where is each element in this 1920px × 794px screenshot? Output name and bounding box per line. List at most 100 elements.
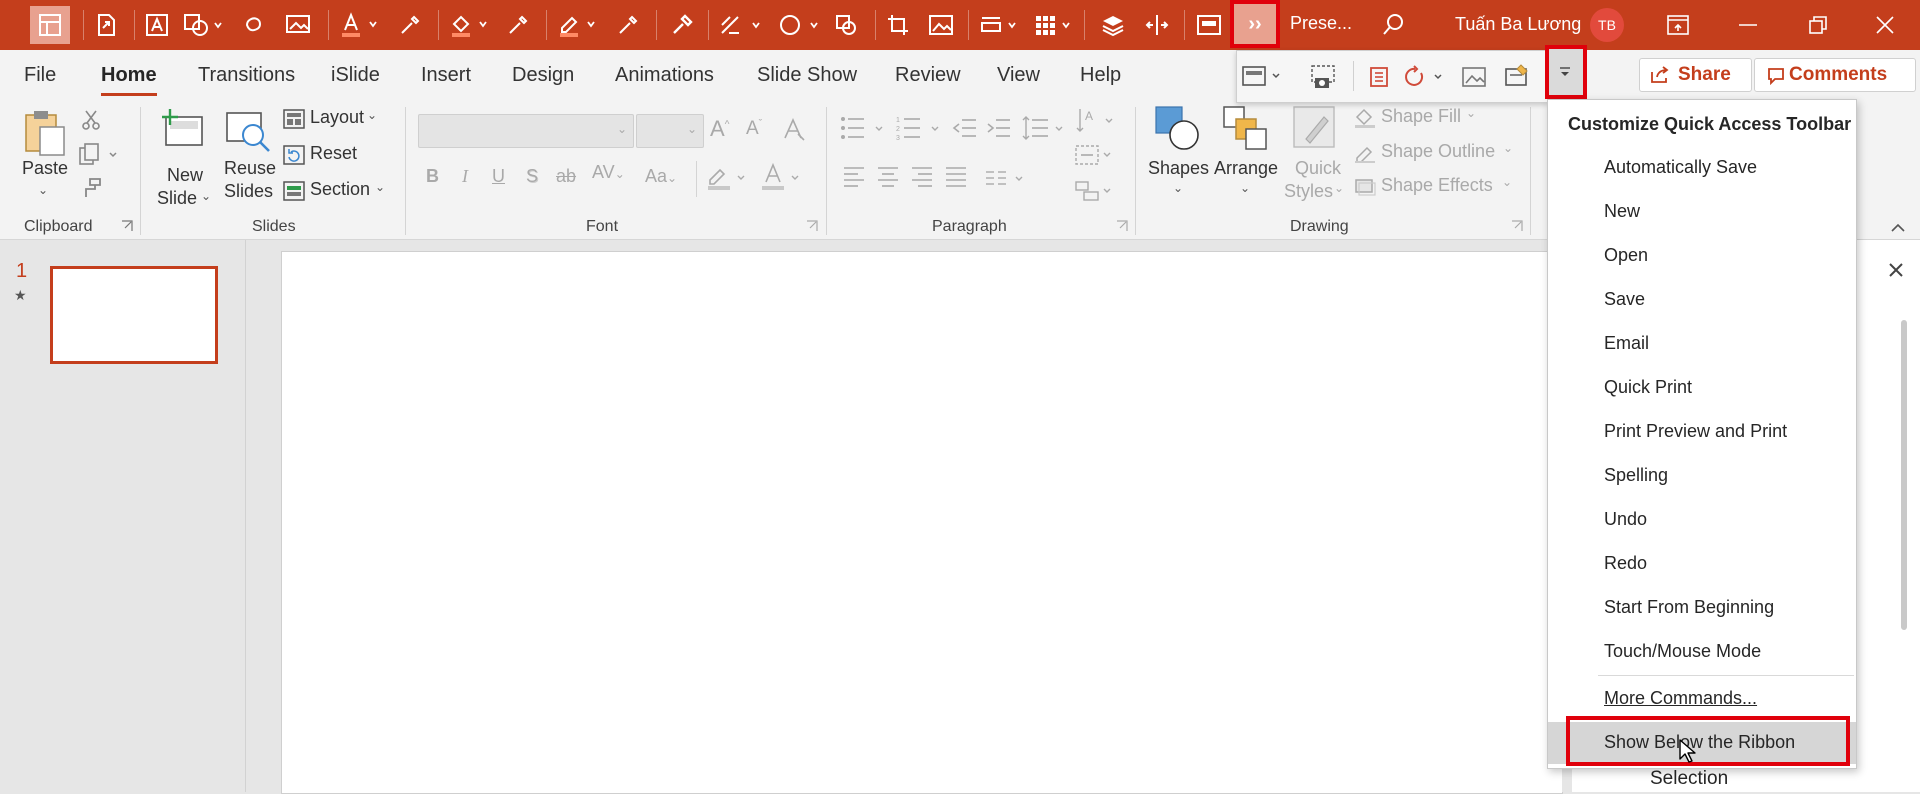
share-button[interactable]: Share <box>1639 58 1752 92</box>
change-case-icon[interactable]: Aa⌄ <box>645 166 677 187</box>
tab-islide[interactable]: iSlide <box>331 64 380 87</box>
customize-qat-button[interactable] <box>1545 45 1587 99</box>
menu-item-undo[interactable]: Undo <box>1548 499 1856 541</box>
reuse-slides-label-2[interactable]: Slides <box>224 181 273 202</box>
align-right-icon[interactable] <box>910 165 934 187</box>
avatar[interactable]: TB <box>1590 8 1624 42</box>
merge-shapes-icon[interactable] <box>830 6 862 44</box>
text-direction-icon[interactable]: A <box>1076 107 1118 135</box>
grid-icon[interactable] <box>1030 6 1076 44</box>
arrange-icon[interactable] <box>1222 105 1268 151</box>
columns-icon[interactable] <box>984 169 1028 187</box>
search-icon[interactable] <box>1376 6 1410 44</box>
menu-item-print-preview[interactable]: Print Preview and Print <box>1548 411 1856 453</box>
user-name[interactable]: Tuấn Ba Lương <box>1455 14 1581 35</box>
underline-icon[interactable]: U <box>492 166 505 187</box>
eyedropper-icon[interactable] <box>394 6 426 44</box>
clipboard-launcher-icon[interactable] <box>121 220 133 232</box>
shapes-dropdown-icon[interactable]: ⌄ <box>1173 181 1183 195</box>
ribbon-display-options-icon[interactable] <box>1643 0 1713 50</box>
menu-item-email[interactable]: Email <box>1548 323 1856 365</box>
new-slide-dropdown-icon[interactable]: ⌄ <box>201 189 211 203</box>
rotate-icon[interactable] <box>1403 65 1451 89</box>
layout-icon[interactable] <box>30 6 70 44</box>
comments-button[interactable]: Comments <box>1754 58 1916 92</box>
increase-indent-icon[interactable] <box>986 117 1012 139</box>
font-color-icon[interactable] <box>336 6 382 44</box>
numbering-icon[interactable]: 1 2 3 <box>896 115 944 141</box>
pane-close-icon[interactable] <box>1888 262 1904 278</box>
color-picker-icon[interactable] <box>666 6 698 44</box>
paste-dropdown-icon[interactable]: ⌄ <box>38 183 48 197</box>
align-center-icon[interactable] <box>876 165 900 187</box>
collapse-ribbon-icon[interactable] <box>1890 223 1906 233</box>
strikethrough-icon[interactable]: ab <box>556 166 576 187</box>
quick-styles-icon[interactable] <box>1292 105 1338 151</box>
align-left-icon[interactable] <box>842 165 866 187</box>
tab-file[interactable]: File <box>24 64 56 87</box>
new-slide-icon[interactable] <box>160 107 206 153</box>
reset-button[interactable]: Reset <box>283 143 383 169</box>
tab-animations[interactable]: Animations <box>615 64 714 87</box>
tab-slide-show[interactable]: Slide Show <box>757 64 857 87</box>
tab-design[interactable]: Design <box>512 64 574 87</box>
restore-icon[interactable] <box>1783 0 1853 50</box>
shapes-label[interactable]: Shapes <box>1148 158 1209 179</box>
distribute-icon[interactable] <box>1140 6 1174 44</box>
font-launcher-icon[interactable] <box>806 220 818 232</box>
font-name-select[interactable]: ⌄ <box>418 114 634 148</box>
fill-color-icon[interactable] <box>446 6 492 44</box>
outline-color-icon[interactable] <box>554 6 600 44</box>
line-style-icon[interactable] <box>716 6 766 44</box>
eyedropper-fill-icon[interactable] <box>502 6 534 44</box>
textbox-icon[interactable] <box>142 6 172 44</box>
shape-fill-button[interactable]: Shape Fill ⌄ <box>1354 105 1534 131</box>
slide-canvas[interactable] <box>281 251 1563 794</box>
increase-font-icon[interactable]: A^ <box>710 116 729 142</box>
layers-icon[interactable] <box>1096 6 1130 44</box>
format-painter-icon[interactable] <box>80 177 102 199</box>
menu-item-save[interactable]: Save <box>1548 279 1856 321</box>
copy-icon[interactable] <box>78 143 120 167</box>
slide-layout-dropdown-icon[interactable] <box>1241 63 1287 89</box>
close-icon[interactable] <box>1850 0 1920 50</box>
paste-icon[interactable] <box>20 107 70 157</box>
red-layout-icon[interactable] <box>1367 65 1391 89</box>
menu-item-new[interactable]: New <box>1548 191 1856 233</box>
line-spacing-icon[interactable] <box>1022 115 1068 141</box>
edit-image-icon[interactable] <box>1503 63 1531 89</box>
picture-icon[interactable] <box>282 6 314 44</box>
decrease-indent-icon[interactable] <box>952 117 978 139</box>
font-size-select[interactable]: ⌄ <box>636 114 704 148</box>
crop-icon[interactable] <box>882 6 914 44</box>
align-icon[interactable] <box>976 6 1022 44</box>
paragraph-launcher-icon[interactable] <box>1116 220 1128 232</box>
quick-styles-label-2[interactable]: Styles <box>1284 181 1333 202</box>
bullets-icon[interactable] <box>840 115 888 141</box>
tab-home[interactable]: Home <box>101 64 157 96</box>
font-color-icon-ribbon[interactable] <box>760 162 804 192</box>
shapes-icon[interactable] <box>180 6 226 44</box>
tab-help[interactable]: Help <box>1080 64 1121 87</box>
tab-transitions[interactable]: Transitions <box>198 64 295 87</box>
new-slide-label-2[interactable]: Slide <box>157 188 197 209</box>
arrange-dropdown-icon[interactable]: ⌄ <box>1240 181 1250 195</box>
highlight-icon[interactable] <box>706 162 750 192</box>
minimize-icon[interactable] <box>1713 0 1783 50</box>
quick-styles-label-1[interactable]: Quick <box>1295 158 1341 179</box>
arrange-label[interactable]: Arrange <box>1214 158 1278 179</box>
menu-item-quick-print[interactable]: Quick Print <box>1548 367 1856 409</box>
smartart-icon[interactable] <box>1074 179 1116 203</box>
paste-label[interactable]: Paste <box>22 158 68 179</box>
image-crop-icon[interactable] <box>924 6 958 44</box>
cut-icon[interactable] <box>80 109 102 131</box>
tab-view[interactable]: View <box>997 64 1040 87</box>
menu-item-start-from-beginning[interactable]: Start From Beginning <box>1548 587 1856 629</box>
character-spacing-icon[interactable]: AV⌄ <box>592 162 625 183</box>
bold-icon[interactable]: B <box>426 166 439 187</box>
more-controls-button[interactable]: ›› <box>1230 0 1280 48</box>
image-icon[interactable] <box>1461 65 1487 89</box>
align-text-icon[interactable] <box>1074 143 1116 167</box>
menu-item-touch-mouse-mode[interactable]: Touch/Mouse Mode <box>1548 631 1856 673</box>
menu-item-spelling[interactable]: Spelling <box>1548 455 1856 497</box>
